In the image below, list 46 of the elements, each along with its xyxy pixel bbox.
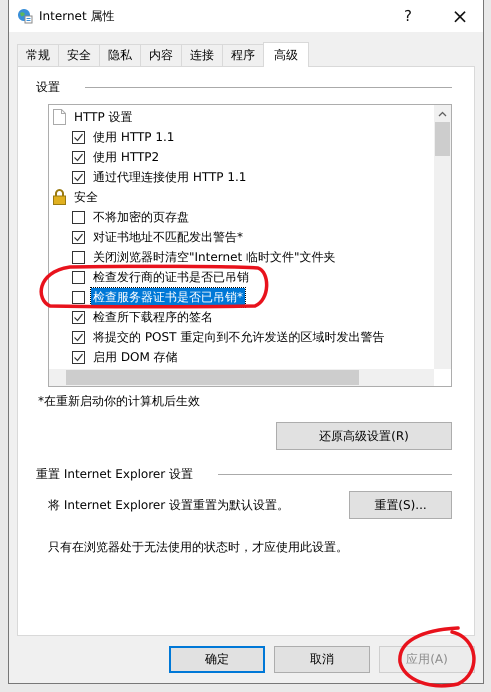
setting-option[interactable]: 对证书地址不匹配发出警告* [91, 228, 245, 246]
restart-note: *在重新启动你的计算机后生效 [38, 393, 201, 410]
checkbox[interactable] [72, 230, 85, 244]
close-button[interactable]: × [437, 0, 483, 32]
checkbox[interactable] [72, 290, 85, 304]
setting-option[interactable]: 将提交的 POST 重定向到不允许发送的区域时发出警告 [91, 328, 386, 346]
reset-button[interactable]: 重置(S)... [349, 491, 452, 519]
setting-option[interactable]: 检查所下载程序的签名 [91, 308, 215, 326]
section-heading: 设置 [36, 79, 60, 96]
tab[interactable]: 高级 [263, 42, 309, 67]
checkbox[interactable] [72, 310, 85, 324]
help-button[interactable]: ? [385, 0, 431, 32]
reset-description: 将 Internet Explorer 设置重置为默认设置。 [48, 496, 290, 514]
checkbox[interactable] [72, 270, 85, 284]
vertical-scrollbar[interactable] [434, 105, 451, 369]
setting-option[interactable]: 关闭浏览器时清空"Internet 临时文件"文件夹 [91, 248, 338, 266]
checkbox[interactable] [72, 330, 85, 344]
window-title: Internet 属性 [39, 8, 114, 24]
setting-option[interactable]: 检查服务器证书是否已吊销* [91, 288, 245, 306]
checkbox[interactable] [72, 170, 85, 184]
setting-option[interactable]: 通过代理连接使用 HTTP 1.1 [91, 168, 248, 186]
restore-button[interactable]: 还原高级设置(R) [276, 422, 452, 450]
tab[interactable]: 常规 [17, 44, 59, 66]
checkbox[interactable] [72, 150, 85, 164]
checkbox[interactable] [72, 210, 85, 224]
group-label: HTTP 设置 [73, 108, 134, 126]
scrollbar-thumb[interactable] [66, 370, 359, 385]
dialog-button[interactable]: 确定 [169, 646, 265, 673]
setting-option[interactable]: 检查发行商的证书是否已吊销 [91, 268, 251, 286]
setting-option[interactable]: 启用 DOM 存储 [91, 348, 180, 366]
setting-option[interactable]: 不将加密的页存盘 [91, 208, 191, 226]
dialog-button[interactable]: 取消 [274, 646, 370, 673]
checkbox[interactable] [72, 130, 85, 144]
scroll-up-icon[interactable] [438, 111, 447, 117]
checkbox[interactable] [72, 250, 85, 264]
reset-warning: 只有在浏览器处于无法使用的状态时，才应使用此设置。 [48, 539, 349, 556]
section-heading: 重置 Internet Explorer 设置 [36, 466, 194, 483]
page-icon [53, 109, 66, 125]
group-label: 安全 [73, 188, 99, 206]
horizontal-scrollbar[interactable] [49, 369, 434, 386]
globe-icon [17, 8, 33, 24]
scrollbar-thumb[interactable] [435, 122, 450, 156]
setting-option[interactable]: 使用 HTTP2 [91, 148, 162, 166]
checkbox[interactable] [72, 350, 85, 364]
lock-icon [53, 189, 66, 205]
setting-option[interactable]: 使用 HTTP 1.1 [91, 128, 176, 146]
